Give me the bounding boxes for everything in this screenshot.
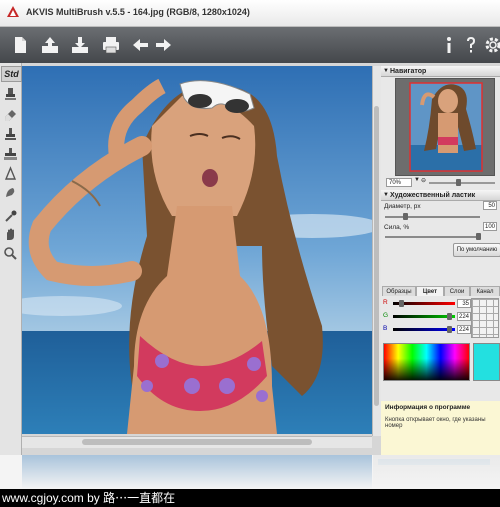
zoom-select[interactable]: 70% — [386, 178, 412, 187]
eraser-icon[interactable] — [3, 107, 18, 122]
main-toolbar — [0, 27, 500, 63]
brush-title: Художественный ластик — [390, 192, 476, 199]
strength-input[interactable]: 100 — [483, 222, 497, 231]
diameter-label: Диаметр, px — [384, 203, 421, 210]
horizontal-scrollbar[interactable] — [22, 436, 372, 448]
navigator-preview[interactable] — [395, 78, 495, 176]
undo-arrow-icon[interactable] — [130, 34, 152, 56]
settings-gear-icon[interactable] — [482, 34, 500, 56]
horizontal-scroll-thumb[interactable] — [82, 439, 312, 445]
zoom-icon[interactable] — [3, 246, 18, 261]
r-channel-label: R — [383, 299, 388, 306]
zoom-slider[interactable] — [429, 182, 495, 184]
r-slider-knob[interactable] — [399, 300, 404, 307]
g-channel-slider[interactable] — [393, 315, 455, 318]
stamp-alt-icon[interactable] — [3, 146, 18, 161]
zoom-dropdown-arrow-icon[interactable]: ▼ — [414, 177, 420, 183]
tab-swatches[interactable]: Образцы — [382, 286, 416, 296]
reflection-fade — [0, 455, 500, 489]
color-spectrum[interactable] — [383, 343, 470, 381]
tab-channels[interactable]: Канал — [470, 286, 500, 296]
b-slider-knob[interactable] — [447, 326, 452, 333]
std-mode-button[interactable]: Std — [1, 66, 22, 82]
swatch-grid[interactable] — [471, 298, 499, 338]
g-slider-knob[interactable] — [447, 313, 452, 320]
g-value[interactable]: 224 — [457, 312, 471, 321]
clone-stamp-icon[interactable] — [3, 86, 18, 101]
tab-layers[interactable]: Слои — [444, 286, 470, 296]
collapse-triangle-icon: ▼ — [383, 68, 389, 74]
watermark-footer: www.cgjoy.com by 路⋯一直都在 — [0, 489, 500, 507]
print-icon[interactable] — [100, 34, 122, 56]
help-icon[interactable] — [460, 34, 482, 56]
diameter-input[interactable]: 50 — [483, 201, 497, 210]
strength-slider-knob[interactable] — [476, 233, 481, 240]
diameter-slider[interactable] — [385, 216, 480, 218]
vertical-scrollbar[interactable] — [372, 66, 381, 436]
hand-icon[interactable] — [3, 227, 18, 242]
tab-color[interactable]: Цвет — [416, 286, 444, 296]
app-window: AKVIS MultiBrush v.5.5 - 164.jpg (RGB/8,… — [0, 0, 500, 455]
save-icon[interactable] — [69, 34, 91, 56]
navigator-header[interactable]: ▼ Навигатор — [381, 66, 500, 77]
smudge-icon[interactable] — [3, 185, 18, 200]
eyedropper-icon[interactable] — [3, 208, 18, 223]
blur-icon[interactable] — [3, 166, 18, 181]
navigator-title: Навигатор — [390, 68, 427, 75]
strength-label: Сила, % — [384, 224, 410, 231]
zoom-out-icon[interactable]: ⊖ — [421, 177, 426, 184]
right-panel: ▼ Навигатор 70% ▼ ⊖ ▼ Художественный ласти… — [381, 66, 500, 455]
info-text: Кнопка открывает окно, где указаны номер — [385, 417, 486, 429]
akvis-logo-icon — [6, 5, 20, 19]
info-icon[interactable] — [438, 34, 460, 56]
zoom-slider-knob[interactable] — [456, 179, 461, 186]
color-tabs: Образцы Цвет Слои Канал — [381, 286, 500, 297]
strength-slider[interactable] — [385, 236, 480, 238]
tools-panel: Std — [0, 63, 22, 455]
b-channel-label: B — [383, 325, 388, 332]
r-value[interactable]: 35 — [457, 299, 471, 308]
image-canvas[interactable] — [22, 66, 372, 434]
b-channel-slider[interactable] — [393, 328, 455, 331]
open-icon[interactable] — [39, 34, 61, 56]
current-color-swatch[interactable] — [473, 343, 500, 381]
vertical-scroll-thumb[interactable] — [374, 106, 379, 406]
info-title: Информация о программе — [385, 404, 471, 411]
redo-arrow-icon[interactable] — [152, 34, 174, 56]
info-panel: Информация о программе Кнопка открывает … — [381, 401, 500, 455]
title-bar: AKVIS MultiBrush v.5.5 - 164.jpg (RGB/8,… — [0, 0, 500, 27]
default-button[interactable]: По умолчанию — [453, 243, 500, 257]
brush-header[interactable]: ▼ Художественный ластик — [381, 190, 500, 201]
diameter-slider-knob[interactable] — [403, 213, 408, 220]
b-value[interactable]: 224 — [457, 325, 471, 334]
stamp-icon[interactable] — [3, 126, 18, 141]
new-file-icon[interactable] — [9, 34, 31, 56]
g-channel-label: G — [383, 312, 389, 319]
collapse-triangle-icon: ▼ — [383, 192, 389, 198]
window-title: AKVIS MultiBrush v.5.5 - 164.jpg (RGB/8,… — [26, 7, 250, 17]
